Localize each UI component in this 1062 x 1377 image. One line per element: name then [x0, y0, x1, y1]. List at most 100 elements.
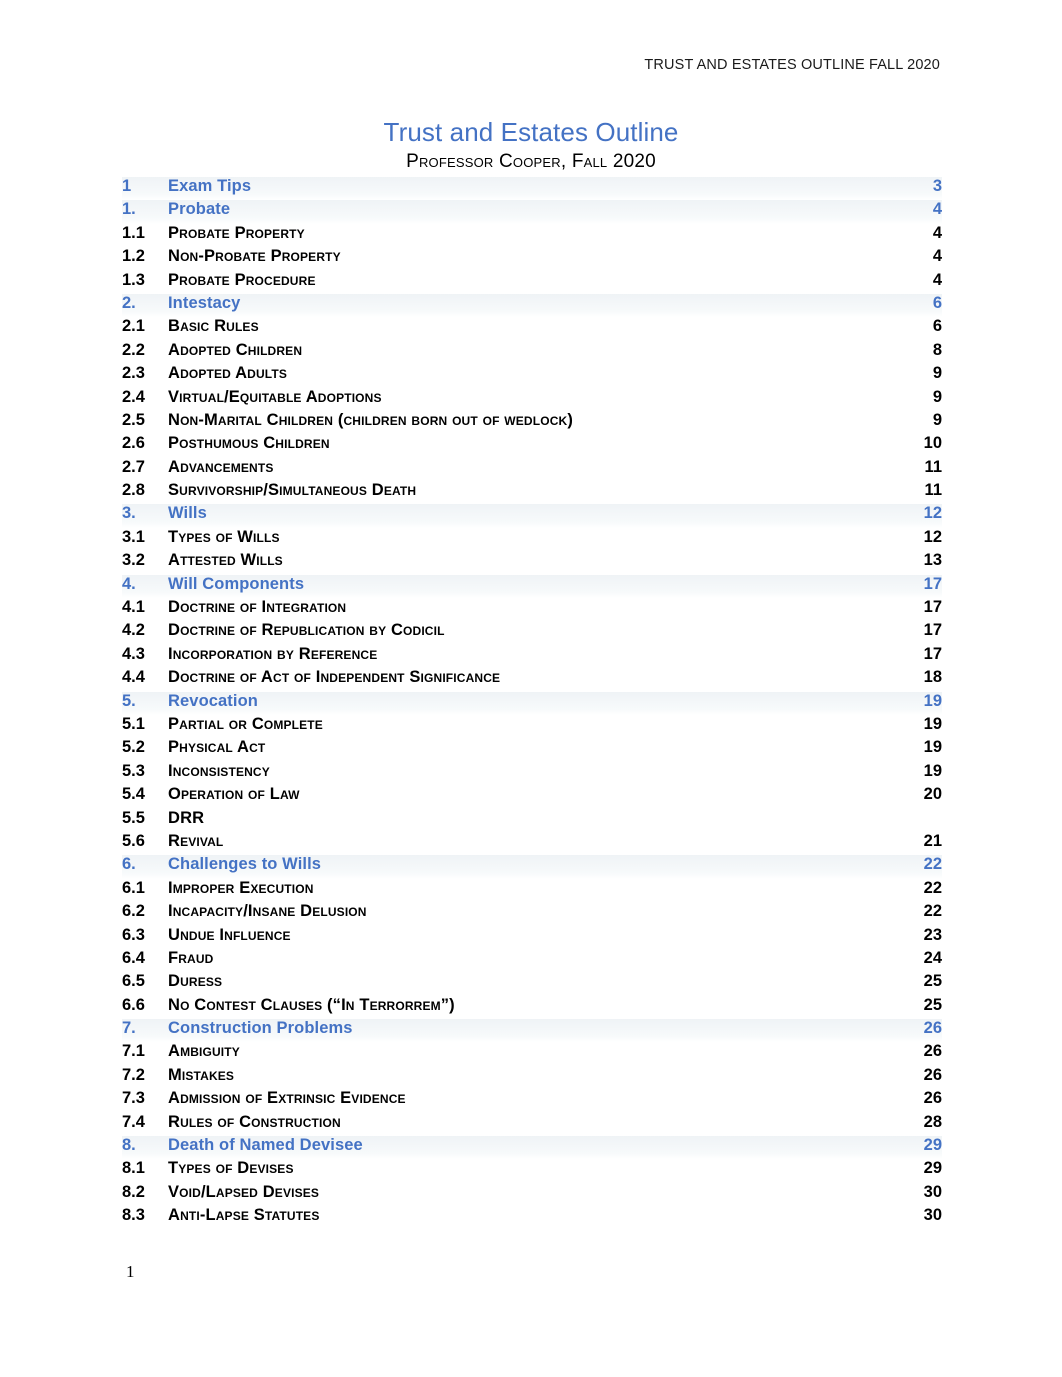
toc-entry-number: 3. — [122, 504, 136, 523]
toc-entry[interactable]: 4.3 Incorporation by Reference 17 — [122, 645, 942, 668]
toc-entry-number: 2.5 — [122, 410, 145, 429]
toc-entry-page-number: 29 — [923, 1136, 942, 1155]
toc-entry-page-number: 21 — [923, 831, 942, 850]
toc-entry-label: Adopted Children — [168, 340, 303, 359]
toc-entry-page-number: 26 — [923, 1065, 942, 1084]
toc-entry[interactable]: 2.7 Advancements 11 — [122, 458, 942, 481]
toc-entry-label: Will Components — [168, 574, 305, 593]
toc-entry-label: No Contest Clauses (“In Terrorrem”) — [168, 995, 455, 1014]
toc-entry[interactable]: 3.1 Types of Wills 12 — [122, 528, 942, 551]
toc-entry-page-number: 17 — [923, 621, 942, 640]
toc-entry-label: Physical Act — [168, 738, 266, 757]
toc-entry[interactable]: 3.2 Attested Wills 13 — [122, 551, 942, 574]
toc-entry-number: 2. — [122, 293, 136, 312]
toc-entry-number: 7.1 — [122, 1042, 145, 1061]
toc-entry-page-number: 19 — [923, 738, 942, 757]
toc-entry-number: 5.5 — [122, 808, 145, 827]
toc-entry-page-number: 25 — [923, 995, 942, 1014]
toc-entry-label: Death of Named Devisee — [168, 1136, 363, 1155]
toc-entry[interactable]: 2. Intestacy 6 — [122, 293, 942, 318]
toc-entry-page-number: 26 — [923, 1019, 942, 1038]
toc-entry[interactable]: 4.4 Doctrine of Act of Independent Signif… — [122, 668, 942, 691]
toc-entry[interactable]: 4.2 Doctrine of Republication by Codicil 1… — [122, 621, 942, 644]
toc-entry-label: Survivorship/Simultaneous Death — [168, 481, 417, 500]
toc-entry-label: Non-Probate Property — [168, 247, 341, 266]
toc-entry[interactable]: 3. Wills 12 — [122, 504, 942, 528]
toc-entry-label: Revocation — [168, 691, 258, 710]
toc-entry-page-number: 10 — [923, 434, 942, 453]
table-of-contents: 1 Exam Tips 3 1. Probate 4 1.1 Probate Property… — [122, 177, 942, 1230]
toc-entry[interactable]: 5.4 Operation of Law 20 — [122, 785, 942, 808]
toc-entry[interactable]: 6.3 Undue Influence 23 — [122, 926, 942, 949]
toc-entry[interactable]: 8.3 Anti-Lapse Statutes 30 — [122, 1206, 942, 1229]
toc-entry[interactable]: 1.3 Probate Procedure 4 — [122, 271, 942, 294]
toc-entry[interactable]: 7. Construction Problems 26 — [122, 1019, 942, 1043]
toc-entry-number: 5.1 — [122, 714, 145, 733]
toc-entry[interactable]: 1 Exam Tips 3 — [122, 177, 942, 201]
toc-entry-label: Inconsistency — [168, 761, 270, 780]
toc-entry-number: 7.4 — [122, 1112, 145, 1131]
toc-entry-label: Fraud — [168, 948, 214, 967]
toc-entry[interactable]: 7.1 Ambiguity 26 — [122, 1042, 942, 1065]
toc-entry[interactable]: 4. Will Components 17 — [122, 574, 942, 599]
toc-entry[interactable]: 7.3 Admission of Extrinsic Evidence 26 — [122, 1089, 942, 1112]
toc-entry[interactable]: 5.1 Partial or Complete 19 — [122, 715, 942, 738]
toc-entry[interactable]: 6.5 Duress 25 — [122, 972, 942, 995]
toc-entry-label: Revival — [168, 831, 224, 850]
toc-entry[interactable]: 1.1 Probate Property 4 — [122, 224, 942, 247]
toc-entry-page-number: 13 — [923, 551, 942, 570]
toc-entry-page-number: 17 — [923, 598, 942, 617]
toc-entry-label: Undue Influence — [168, 925, 291, 944]
toc-entry[interactable]: 8.2 Void/Lapsed Devises 30 — [122, 1183, 942, 1206]
toc-entry[interactable]: 5.5 DRR — [122, 809, 942, 832]
toc-entry[interactable]: 1.2 Non-Probate Property 4 — [122, 247, 942, 270]
toc-entry-page-number: 29 — [923, 1159, 942, 1178]
toc-entry[interactable]: 2.5 Non-Marital Children (children born o… — [122, 411, 942, 434]
toc-entry[interactable]: 5.3 Inconsistency 19 — [122, 762, 942, 785]
toc-entry[interactable]: 2.8 Survivorship/Simultaneous Death 11 — [122, 481, 942, 504]
toc-entry[interactable]: 8. Death of Named Devisee 29 — [122, 1136, 942, 1160]
toc-entry[interactable]: 5.2 Physical Act 19 — [122, 738, 942, 761]
toc-entry[interactable]: 4.1 Doctrine of Integration 17 — [122, 598, 942, 621]
toc-entry-page-number: 3 — [932, 177, 942, 195]
toc-entry[interactable]: 6. Challenges to Wills 22 — [122, 855, 942, 879]
toc-entry-page-number: 19 — [923, 691, 942, 710]
toc-entry-page-number: 9 — [932, 387, 942, 406]
toc-entry-page-number: 19 — [923, 761, 942, 780]
toc-entry-number: 4. — [122, 574, 136, 593]
toc-entry-page-number: 4 — [932, 223, 942, 242]
toc-entry[interactable]: 2.6 Posthumous Children 10 — [122, 434, 942, 457]
toc-entry-page-number: 12 — [923, 527, 942, 546]
toc-entry[interactable]: 2.2 Adopted Children 8 — [122, 341, 942, 364]
toc-entry-label: Intestacy — [168, 293, 241, 312]
toc-entry[interactable]: 2.4 Virtual/Equitable Adoptions 9 — [122, 388, 942, 411]
toc-entry-page-number: 26 — [923, 1042, 942, 1061]
toc-entry[interactable]: 6.2 Incapacity/Insane Delusion 22 — [122, 902, 942, 925]
toc-entry-page-number: 24 — [923, 948, 942, 967]
toc-entry[interactable]: 2.1 Basic Rules 6 — [122, 317, 942, 340]
toc-entry-page-number: 11 — [924, 457, 942, 476]
footer-page-number: 1 — [126, 1262, 135, 1281]
toc-entry-number: 6.6 — [122, 995, 145, 1014]
toc-entry-number: 3.1 — [122, 527, 145, 546]
toc-entry[interactable]: 7.2 Mistakes 26 — [122, 1066, 942, 1089]
toc-entry[interactable]: 6.6 No Contest Clauses (“In Terrorrem”) 25 — [122, 996, 942, 1019]
toc-entry-label: Advancements — [168, 457, 274, 476]
toc-entry-label: Doctrine of Integration — [168, 598, 347, 617]
toc-entry-number: 1.1 — [122, 223, 145, 242]
toc-entry[interactable]: 5.6 Revival 21 — [122, 832, 942, 855]
toc-entry[interactable]: 8.1 Types of Devises 29 — [122, 1159, 942, 1182]
toc-entry-page-number: 28 — [923, 1112, 942, 1131]
toc-entry-label: Improper Execution — [168, 878, 314, 897]
toc-entry[interactable]: 6.1 Improper Execution 22 — [122, 879, 942, 902]
toc-entry[interactable]: 7.4 Rules of Construction 28 — [122, 1113, 942, 1136]
toc-entry-page-number: 22 — [923, 855, 942, 874]
toc-entry-number: 2.8 — [122, 481, 145, 500]
toc-entry[interactable]: 2.3 Adopted Adults 9 — [122, 364, 942, 387]
toc-entry[interactable]: 6.4 Fraud 24 — [122, 949, 942, 972]
toc-entry[interactable]: 1. Probate 4 — [122, 200, 942, 224]
toc-entry[interactable]: 5. Revocation 19 — [122, 691, 942, 715]
toc-entry-page-number: 17 — [923, 644, 942, 663]
toc-entry-label: Probate Property — [168, 223, 305, 242]
toc-entry-page-number: 18 — [923, 668, 942, 687]
